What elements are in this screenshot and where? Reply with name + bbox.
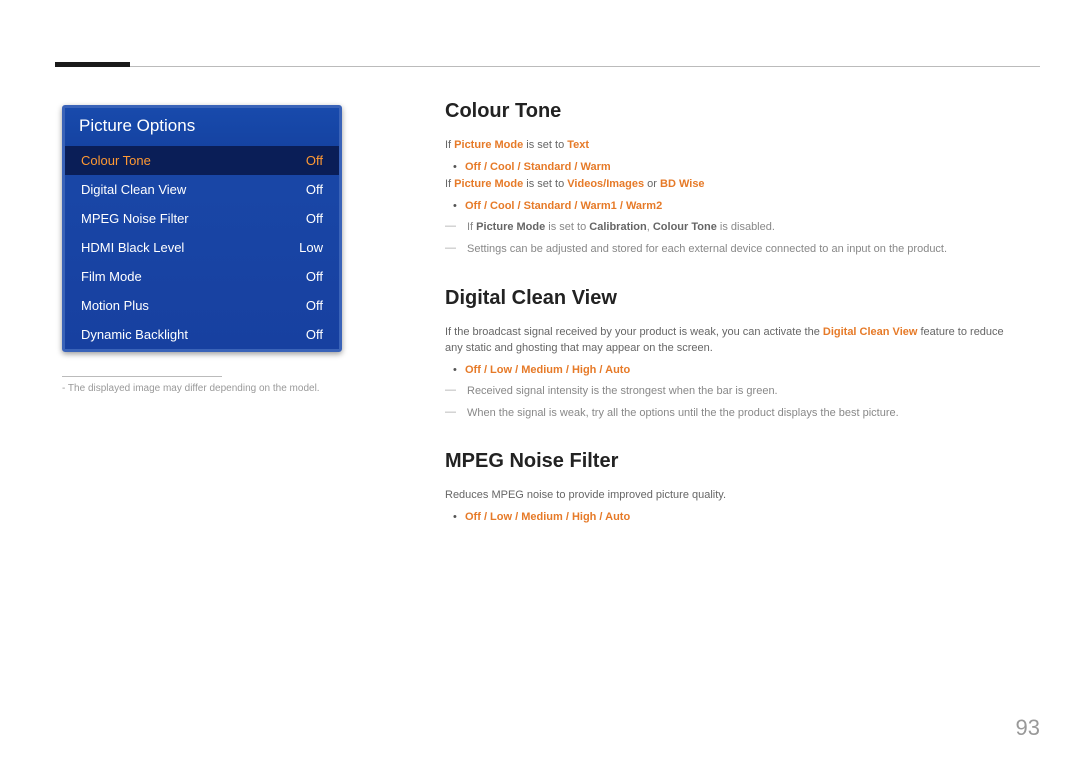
menu-item-label: MPEG Noise Filter <box>81 211 189 226</box>
dcv-note2: When the signal is weak, try all the opt… <box>445 405 1015 423</box>
picture-options-menu: Picture Options Colour Tone Off Digital … <box>62 105 342 352</box>
menu-item-motion-plus[interactable]: Motion Plus Off <box>65 291 339 320</box>
hl-picture-mode: Picture Mode <box>454 178 523 190</box>
left-column: Picture Options Colour Tone Off Digital … <box>62 105 342 394</box>
menu-item-label: Digital Clean View <box>81 182 186 197</box>
ct-line1: If Picture Mode is set to Text <box>445 137 1015 154</box>
hl-options: Off / Cool / Standard / Warm <box>465 161 611 173</box>
menu-item-dynamic-backlight[interactable]: Dynamic Backlight Off <box>65 320 339 349</box>
hl-text: Text <box>567 139 589 151</box>
section-mpeg-noise-filter: MPEG Noise Filter Reduces MPEG noise to … <box>445 450 1015 526</box>
bold-colour-tone: Colour Tone <box>653 221 717 233</box>
text: is set to <box>545 221 589 233</box>
hl-options: Off / Low / Medium / High / Auto <box>465 511 630 523</box>
footnote-rule <box>62 376 222 377</box>
menu-item-hdmi-black-level[interactable]: HDMI Black Level Low <box>65 233 339 262</box>
section-title: MPEG Noise Filter <box>445 450 1015 473</box>
dcv-note1: Received signal intensity is the stronge… <box>445 383 1015 401</box>
ct-note2: Settings can be adjusted and stored for … <box>445 241 1015 259</box>
dcv-para: If the broadcast signal received by your… <box>445 324 1015 357</box>
text: If the broadcast signal received by your… <box>445 326 823 338</box>
bold-picture-mode: Picture Mode <box>476 221 545 233</box>
hl-picture-mode: Picture Mode <box>454 139 523 151</box>
menu-item-value: Off <box>306 182 323 197</box>
page-number: 93 <box>1016 715 1040 741</box>
section-title: Colour Tone <box>445 100 1015 123</box>
header-accent <box>55 62 130 67</box>
hl-videos-images: Videos/Images <box>567 178 644 190</box>
hl-options: Off / Low / Medium / High / Auto <box>465 364 630 376</box>
text: is set to <box>523 178 567 190</box>
menu-item-label: HDMI Black Level <box>81 240 184 255</box>
section-title: Digital Clean View <box>445 287 1015 310</box>
menu-item-label: Film Mode <box>81 269 142 284</box>
menu-item-value: Off <box>306 269 323 284</box>
header-rule <box>55 66 1040 67</box>
mpeg-bullet: Off / Low / Medium / High / Auto <box>445 508 1015 527</box>
hl-digital-clean-view: Digital Clean View <box>823 326 918 338</box>
menu-item-label: Motion Plus <box>81 298 149 313</box>
mpeg-para: Reduces MPEG noise to provide improved p… <box>445 487 1015 504</box>
menu-item-label: Colour Tone <box>81 153 151 168</box>
hl-options: Off / Cool / Standard / Warm1 / Warm2 <box>465 200 662 212</box>
menu-item-value: Low <box>299 240 323 255</box>
dcv-bullet: Off / Low / Medium / High / Auto <box>445 361 1015 380</box>
text: If <box>445 139 454 151</box>
text: If <box>445 178 454 190</box>
section-digital-clean-view: Digital Clean View If the broadcast sign… <box>445 287 1015 423</box>
menu-item-value: Off <box>306 153 323 168</box>
ct-line2: If Picture Mode is set to Videos/Images … <box>445 176 1015 193</box>
menu-item-value: Off <box>306 211 323 226</box>
text: or <box>644 178 660 190</box>
menu-item-digital-clean-view[interactable]: Digital Clean View Off <box>65 175 339 204</box>
ct-note1: If Picture Mode is set to Calibration, C… <box>445 219 1015 237</box>
ct-bullet1: Off / Cool / Standard / Warm <box>445 158 1015 177</box>
text: is set to <box>523 139 567 151</box>
menu-item-mpeg-noise-filter[interactable]: MPEG Noise Filter Off <box>65 204 339 233</box>
menu-item-colour-tone[interactable]: Colour Tone Off <box>65 146 339 175</box>
menu-footnote: - The displayed image may differ dependi… <box>62 383 342 394</box>
text: If <box>467 221 476 233</box>
text: is disabled. <box>717 221 775 233</box>
menu-item-value: Off <box>306 327 323 342</box>
menu-title: Picture Options <box>65 108 339 146</box>
right-column: Colour Tone If Picture Mode is set to Te… <box>445 100 1015 555</box>
menu-item-label: Dynamic Backlight <box>81 327 188 342</box>
section-colour-tone: Colour Tone If Picture Mode is set to Te… <box>445 100 1015 259</box>
ct-bullet2: Off / Cool / Standard / Warm1 / Warm2 <box>445 197 1015 216</box>
bold-calibration: Calibration <box>589 221 646 233</box>
menu-item-film-mode[interactable]: Film Mode Off <box>65 262 339 291</box>
menu-item-value: Off <box>306 298 323 313</box>
hl-bdwise: BD Wise <box>660 178 705 190</box>
